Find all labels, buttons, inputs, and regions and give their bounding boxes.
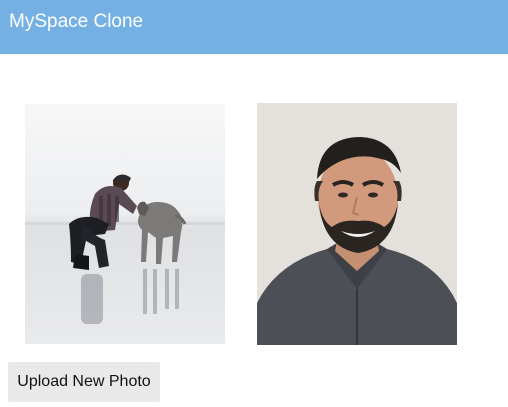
photo-man-portrait-image (257, 103, 457, 345)
app-header: MySpace Clone (0, 0, 508, 54)
photo-person-with-dog-image (25, 104, 225, 344)
photo-person-with-dog[interactable] (25, 104, 225, 344)
photo-man-portrait[interactable] (257, 103, 457, 345)
upload-new-photo-button[interactable]: Upload New Photo (8, 362, 160, 402)
app-title: MySpace Clone (9, 11, 144, 32)
